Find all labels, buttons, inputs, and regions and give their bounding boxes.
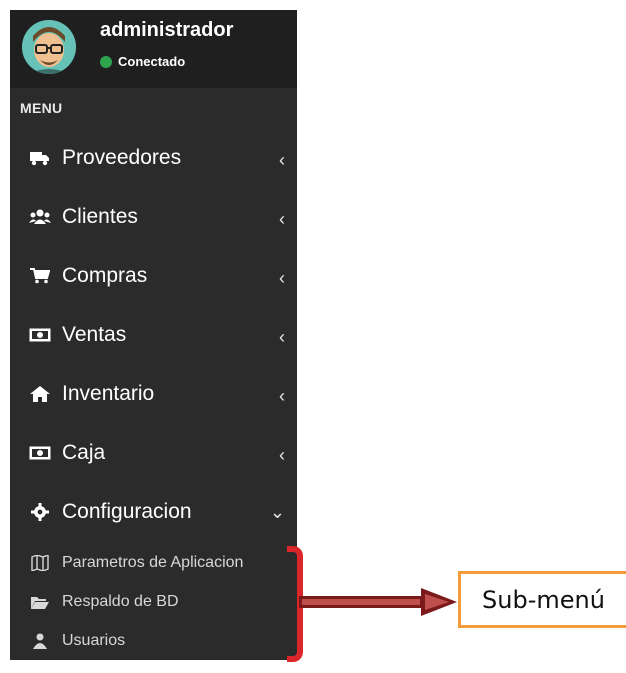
chevron-left-icon: ‹ bbox=[279, 327, 285, 347]
status-label: Conectado bbox=[118, 54, 186, 69]
submenu: Parametros de Aplicacion Respaldo de BD … bbox=[10, 541, 297, 660]
truck-icon bbox=[28, 150, 52, 166]
username: administrador bbox=[100, 19, 234, 41]
user-icon bbox=[30, 633, 50, 649]
chevron-left-icon: ‹ bbox=[279, 386, 285, 406]
submenu-item-respaldo[interactable]: Respaldo de BD bbox=[10, 582, 297, 621]
folder-open-icon bbox=[30, 595, 50, 609]
menu-item-ventas[interactable]: Ventas ‹ bbox=[10, 305, 297, 364]
gear-icon bbox=[28, 502, 52, 521]
menu-label: Clientes bbox=[62, 204, 138, 228]
submenu-label: Parametros de Aplicacion bbox=[62, 553, 244, 571]
money-icon bbox=[28, 446, 52, 460]
submenu-label: Usuarios bbox=[62, 631, 126, 649]
menu-label: Proveedores bbox=[62, 145, 182, 169]
map-icon bbox=[30, 554, 50, 571]
sidebar: administrador Conectado MENU Proveedores… bbox=[10, 10, 297, 660]
submenu-item-usuarios[interactable]: Usuarios bbox=[10, 621, 297, 660]
menu-label: Configuracion bbox=[62, 499, 192, 523]
submenu-label: Respaldo de BD bbox=[62, 592, 179, 610]
chevron-left-icon: ‹ bbox=[279, 445, 285, 465]
home-icon bbox=[28, 385, 52, 402]
menu-item-clientes[interactable]: Clientes ‹ bbox=[10, 187, 297, 246]
menu-item-proveedores[interactable]: Proveedores ‹ bbox=[10, 128, 297, 187]
avatar[interactable] bbox=[22, 20, 76, 74]
chevron-down-icon: ⌄ bbox=[269, 502, 285, 522]
menu-item-configuracion[interactable]: Configuracion ⌄ bbox=[10, 482, 297, 541]
users-icon bbox=[28, 209, 52, 225]
cart-icon bbox=[28, 267, 52, 284]
status: Conectado bbox=[100, 54, 185, 69]
menu-item-inventario[interactable]: Inventario ‹ bbox=[10, 364, 297, 423]
chevron-left-icon: ‹ bbox=[279, 150, 285, 170]
menu-item-caja[interactable]: Caja ‹ bbox=[10, 423, 297, 482]
chevron-left-icon: ‹ bbox=[279, 268, 285, 288]
menu-label: Ventas bbox=[62, 322, 127, 346]
menu-item-compras[interactable]: Compras ‹ bbox=[10, 246, 297, 305]
money-icon bbox=[28, 328, 52, 342]
menu-label: Caja bbox=[62, 440, 106, 464]
submenu-callout: Sub-menú bbox=[458, 571, 626, 628]
menu-header: MENU bbox=[20, 100, 63, 116]
user-panel: administrador Conectado bbox=[10, 10, 297, 88]
callout-label: Sub-menú bbox=[482, 585, 605, 614]
annotation-arrow-icon bbox=[299, 588, 457, 616]
chevron-left-icon: ‹ bbox=[279, 209, 285, 229]
submenu-item-parametros[interactable]: Parametros de Aplicacion bbox=[10, 543, 297, 582]
menu-label: Inventario bbox=[62, 381, 155, 405]
menu-label: Compras bbox=[62, 263, 148, 287]
status-dot-icon bbox=[100, 55, 112, 68]
